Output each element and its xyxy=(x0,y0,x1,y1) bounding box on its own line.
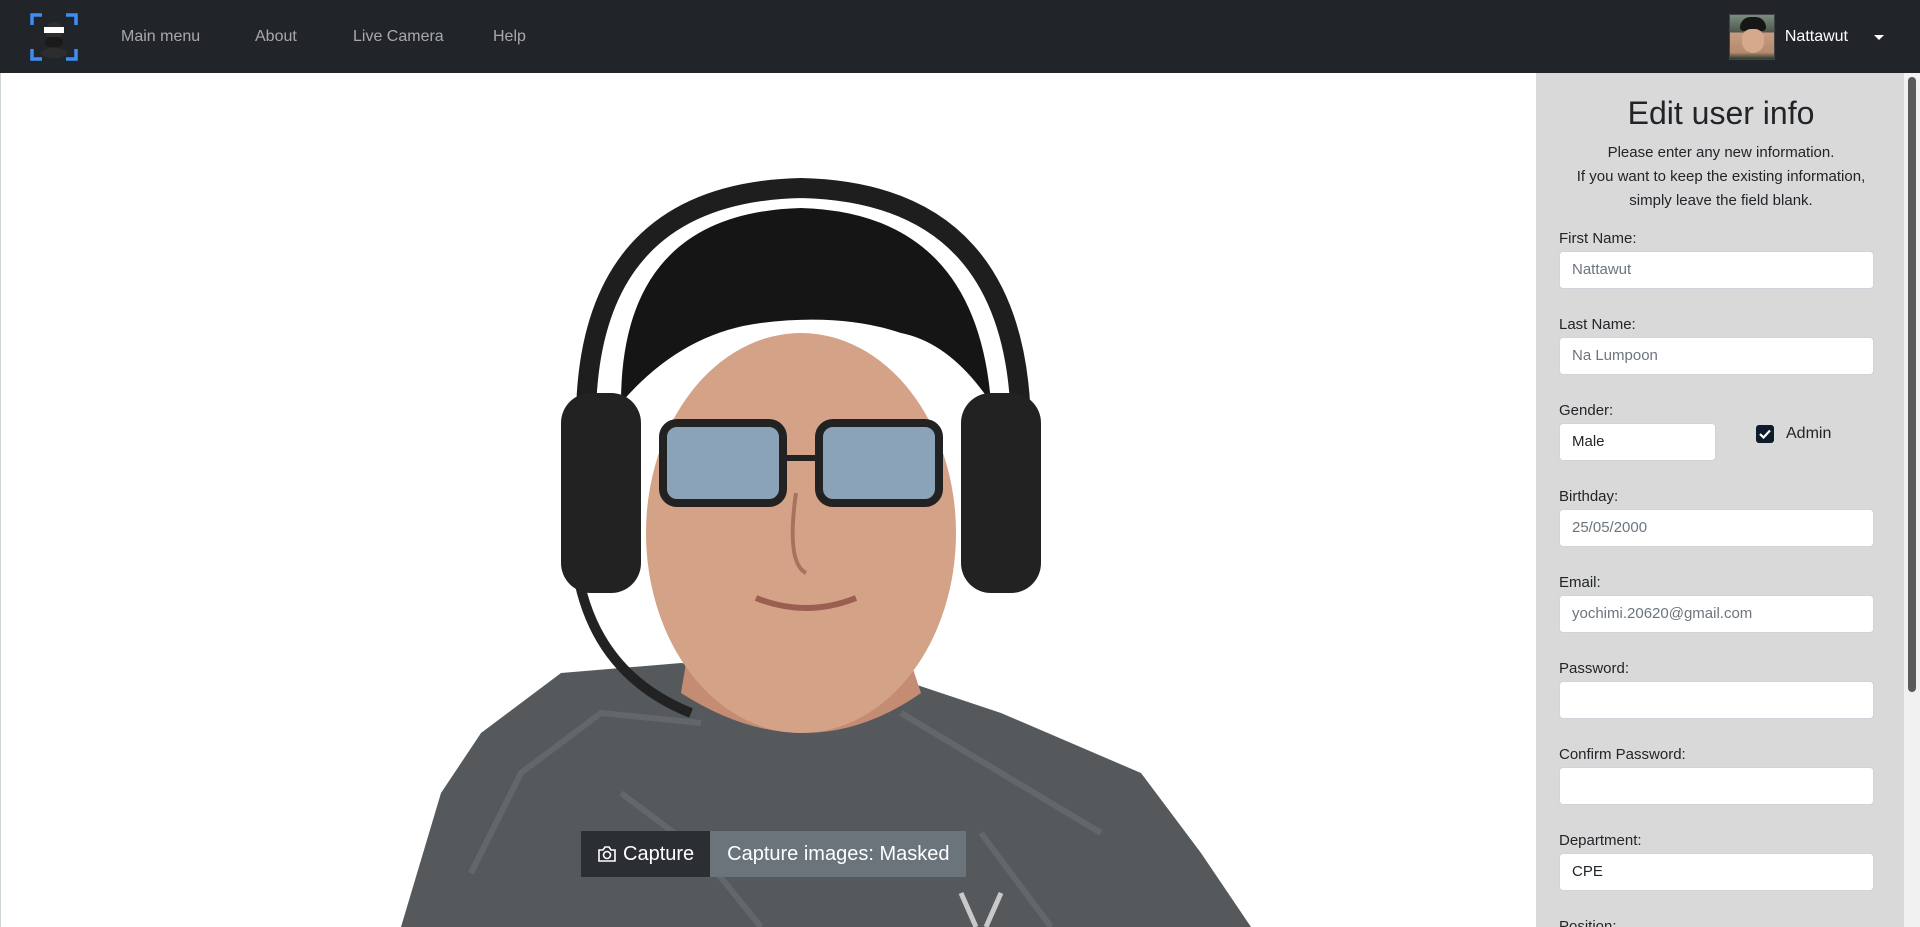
confirm-password-field[interactable] xyxy=(1559,767,1874,805)
capture-toolbar: Capture Capture images: Masked xyxy=(581,831,967,877)
first-name-field[interactable]: Nattawut xyxy=(1559,251,1874,289)
panel-scrollbar[interactable] xyxy=(1904,73,1920,927)
password-field[interactable] xyxy=(1559,681,1874,719)
panel-description: Please enter any new information. If you… xyxy=(1576,144,1866,209)
nav-help[interactable]: Help xyxy=(493,0,526,73)
nav-live-camera[interactable]: Live Camera xyxy=(353,0,444,73)
admin-checkbox[interactable]: Admin xyxy=(1756,425,1831,443)
department-field[interactable]: CPE xyxy=(1559,853,1874,891)
birthday-label: Birthday: xyxy=(1559,488,1619,505)
camera-subject-image xyxy=(401,177,1251,927)
first-name-label: First Name: xyxy=(1559,230,1637,247)
department-label: Department: xyxy=(1559,832,1642,849)
gender-label: Gender: xyxy=(1559,402,1614,419)
user-menu-toggle[interactable]: Nattawut xyxy=(1728,13,1884,61)
camera-icon xyxy=(598,846,616,862)
checkbox-checked-icon xyxy=(1756,425,1774,443)
app-logo-icon[interactable] xyxy=(30,13,78,61)
position-label: Position: xyxy=(1559,918,1617,927)
capture-button[interactable]: Capture xyxy=(581,831,711,877)
panel-title: Edit user info xyxy=(1627,95,1815,131)
nav-main-menu[interactable]: Main menu xyxy=(121,0,200,73)
nav-about[interactable]: About xyxy=(255,0,297,73)
edit-user-panel: Edit user info Please enter any new info… xyxy=(1536,73,1920,927)
capture-mode-toggle[interactable]: Capture images: Masked xyxy=(710,831,967,877)
confirm-password-label: Confirm Password: xyxy=(1559,746,1686,763)
top-navbar: Main menu About Live Camera Help Nattawu… xyxy=(0,0,1920,73)
username: Nattawut xyxy=(1784,28,1848,45)
camera-feed: Capture Capture images: Masked xyxy=(0,73,1536,927)
caret-down-icon xyxy=(1874,34,1884,40)
email-label: Email: xyxy=(1559,574,1601,591)
avatar xyxy=(1728,14,1775,60)
scrollbar-thumb[interactable] xyxy=(1908,77,1916,692)
capture-button-label: Capture xyxy=(623,842,695,865)
gender-select[interactable]: Male xyxy=(1559,423,1716,461)
last-name-field[interactable]: Na Lumpoon xyxy=(1559,337,1874,375)
password-label: Password: xyxy=(1559,660,1630,677)
last-name-label: Last Name: xyxy=(1559,316,1636,333)
birthday-field[interactable]: 25/05/2000 xyxy=(1559,509,1874,547)
admin-label: Admin xyxy=(1786,425,1832,442)
email-field[interactable]: yochimi.20620@gmail.com xyxy=(1559,595,1874,633)
